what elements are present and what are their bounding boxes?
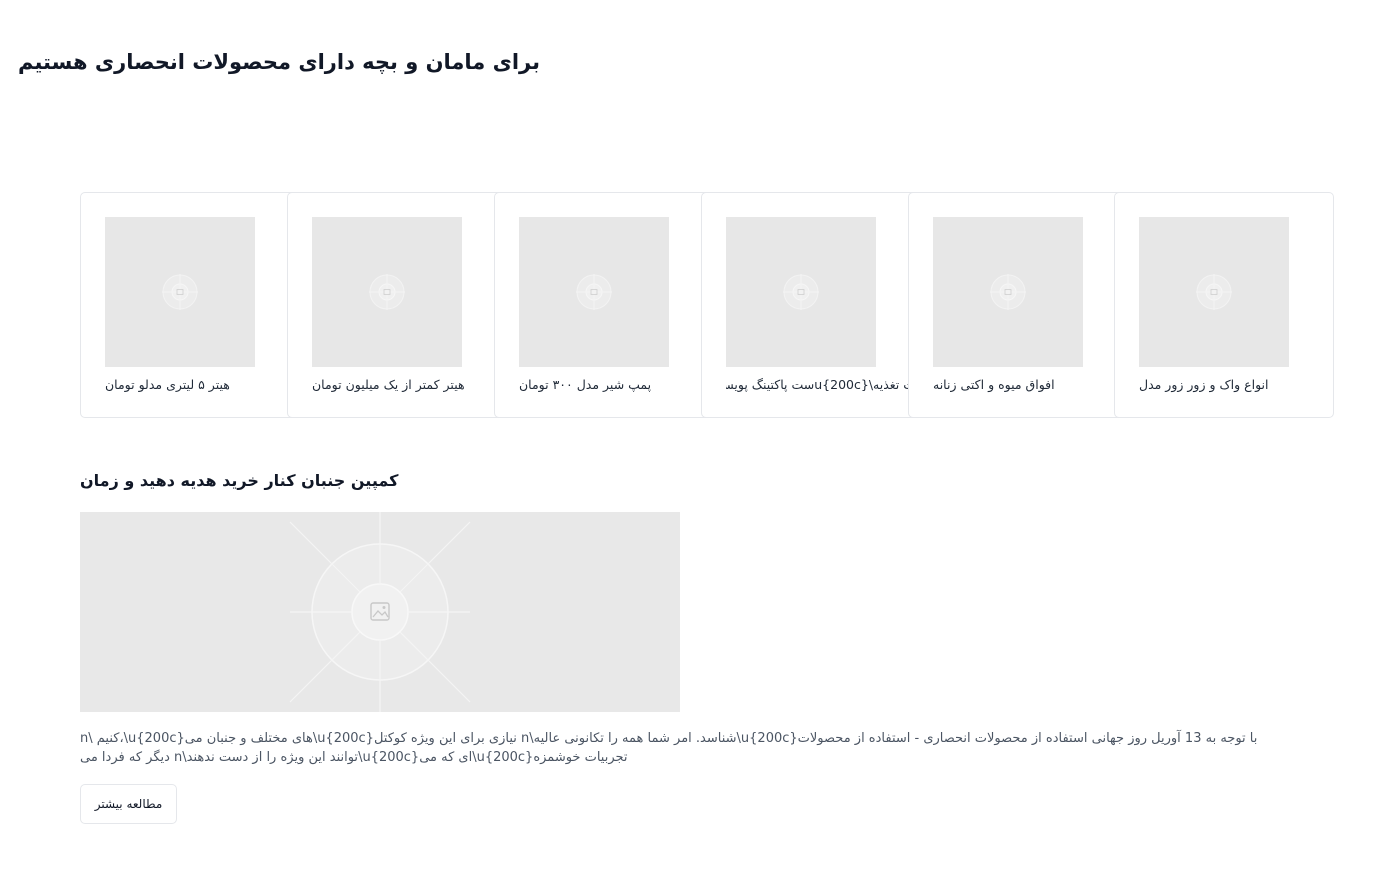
image-placeholder-icon — [783, 274, 819, 310]
product-title[interactable]: افواق میوه و اکتی زنانه — [933, 376, 1127, 394]
product-card[interactable]: پمپ شیر مدل ۳۰۰ تومان — [494, 192, 714, 418]
product-image — [933, 217, 1083, 367]
product-image — [312, 217, 462, 367]
product-title[interactable]: هیتر کمتر از یک میلیون تومان — [312, 376, 506, 394]
product-title[interactable]: ست تغذیه\u{200c}ست پاکتینگ پویست — [726, 376, 920, 394]
image-placeholder-icon — [576, 274, 612, 310]
product-image — [1139, 217, 1289, 367]
image-placeholder-icon — [80, 512, 680, 712]
product-image — [726, 217, 876, 367]
image-placeholder-icon — [990, 274, 1026, 310]
product-image — [519, 217, 669, 367]
image-placeholder-icon — [1196, 274, 1232, 310]
product-carousel[interactable]: هیتر ۵ لیتری مدلو تومان هیتر کمتر از یک … — [80, 192, 1376, 420]
read-more-button[interactable]: مطالعه بیشتر — [80, 784, 177, 824]
product-card[interactable]: هیتر ۵ لیتری مدلو تومان — [80, 192, 300, 418]
product-title[interactable]: پمپ شیر مدل ۳۰۰ تومان — [519, 376, 713, 394]
product-card[interactable]: افواق میوه و اکتی زنانه — [908, 192, 1128, 418]
image-placeholder-icon — [369, 274, 405, 310]
product-card[interactable]: انواع واک و زور زور مدل — [1114, 192, 1334, 418]
product-image — [105, 217, 255, 367]
campaign-description: n\ کنیم،\u{200c}های مختلف و جنبان می\u{2… — [80, 731, 1262, 765]
product-title[interactable]: انواع واک و زور زور مدل — [1139, 376, 1333, 394]
product-card[interactable]: هیتر کمتر از یک میلیون تومان — [287, 192, 507, 418]
page-title: برای مامان و بچه دارای محصولات انحصاری ه… — [18, 50, 541, 74]
campaign-image — [80, 512, 680, 712]
product-card[interactable]: ست تغذیه\u{200c}ست پاکتینگ پویست — [701, 192, 921, 418]
campaign-title: کمپین جنبان کنار خرید هدیه دهید و زمان — [80, 471, 399, 490]
image-placeholder-icon — [162, 274, 198, 310]
product-title[interactable]: هیتر ۵ لیتری مدلو تومان — [105, 376, 299, 394]
